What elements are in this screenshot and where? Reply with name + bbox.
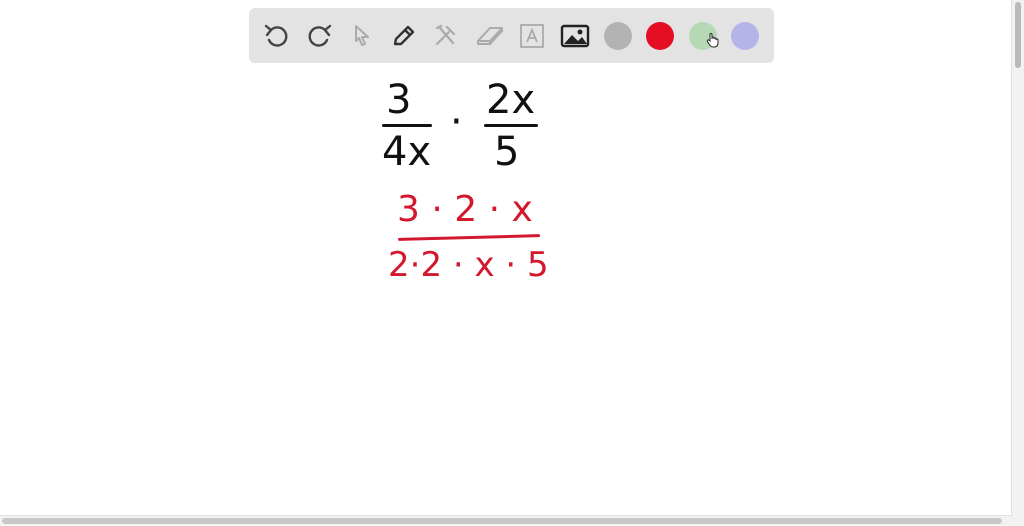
- eraser-icon[interactable]: [474, 20, 506, 52]
- color-swatch-gray[interactable]: [604, 22, 632, 50]
- color-swatch-red[interactable]: [646, 22, 674, 50]
- fraction1-bar: [382, 124, 432, 127]
- step-fraction-bar: [397, 234, 541, 241]
- step-numerator: 3 · 2 · x: [397, 189, 533, 230]
- vertical-scrollbar[interactable]: [1011, 0, 1024, 526]
- horizontal-scroll-thumb[interactable]: [2, 518, 1002, 524]
- undo-icon[interactable]: [261, 20, 293, 52]
- tools-icon[interactable]: [430, 20, 462, 52]
- text-icon[interactable]: [516, 20, 548, 52]
- vertical-scroll-thumb[interactable]: [1015, 2, 1021, 68]
- fraction2-bar: [484, 124, 538, 127]
- hand-cursor-icon: [706, 32, 720, 52]
- color-swatch-lavender[interactable]: [731, 22, 759, 50]
- fraction2-denominator: 5: [494, 129, 520, 175]
- fraction1-denominator: 4x: [382, 129, 432, 175]
- fraction2-numerator: 2x: [486, 77, 536, 123]
- whiteboard-canvas[interactable]: 3 4x · 2x 5 3 · 2 · x 2·2 · x · 5: [0, 70, 1012, 516]
- image-icon[interactable]: [559, 20, 591, 52]
- redo-icon[interactable]: [303, 20, 335, 52]
- select-pointer-icon[interactable]: [346, 20, 378, 52]
- multiplication-dot: ·: [450, 99, 463, 145]
- step-denominator: 2·2 · x · 5: [388, 245, 549, 285]
- horizontal-scrollbar[interactable]: [0, 515, 1012, 526]
- fraction1-numerator: 3: [386, 77, 412, 123]
- pen-icon[interactable]: [388, 20, 420, 52]
- drawing-toolbar: [249, 8, 774, 63]
